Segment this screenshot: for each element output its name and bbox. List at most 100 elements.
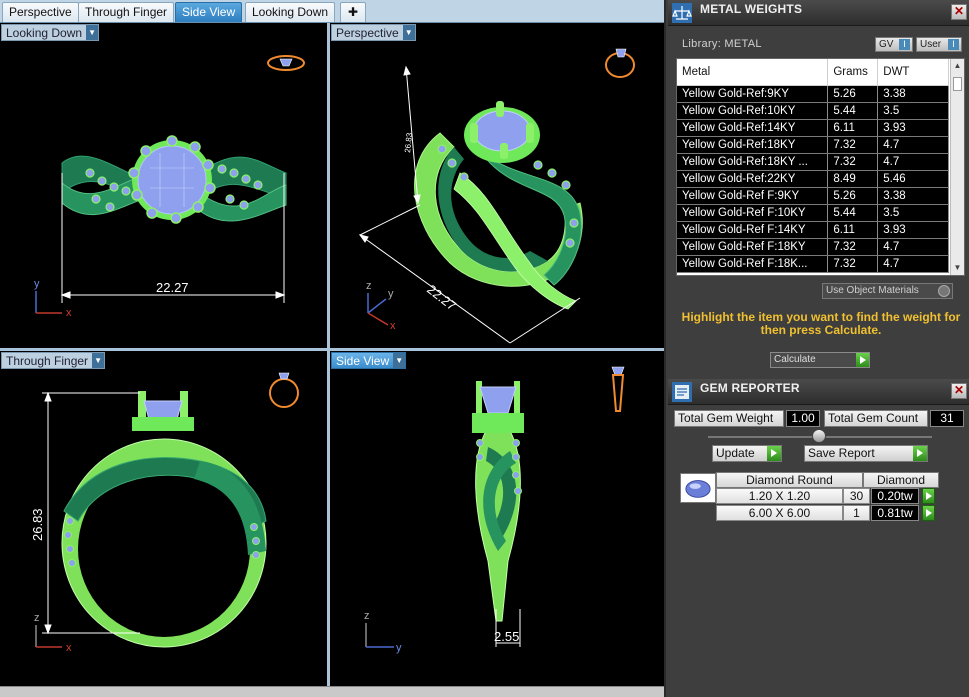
through-finger-render: 26.83 z x: [30, 372, 299, 654]
viewport-perspective[interactable]: 22.27 26.83 z y x Perspective ▼: [330, 23, 664, 348]
column-header-metal[interactable]: Metal: [677, 59, 829, 86]
column-header-grams[interactable]: Grams: [827, 59, 879, 86]
metal-weights-hint: Highlight the item you want to find the …: [681, 310, 961, 337]
play-icon: [913, 446, 927, 461]
thickness-dimension-value: 2.55: [494, 629, 519, 644]
side-view-render: 2.55 z y: [364, 366, 625, 654]
gem-report-icon: [672, 382, 692, 402]
gem-shape-header: Diamond Round: [716, 472, 863, 488]
gv-library-button[interactable]: GV I: [875, 37, 913, 52]
table-row[interactable]: Yellow Gold-Ref F:18K... 7.32 4.7: [677, 255, 949, 273]
orientation-ring-icon: [269, 372, 299, 408]
tab-looking-down[interactable]: Looking Down: [245, 2, 336, 22]
viewport-splitter-horizontal[interactable]: [0, 348, 664, 351]
table-scrollbar[interactable]: ▲ ▼: [950, 59, 964, 275]
update-button[interactable]: Update: [712, 445, 782, 462]
axis-triad: z y: [364, 610, 402, 654]
side-panel: METAL WEIGHTS ✕ Library: METAL GV I User I…: [664, 0, 969, 697]
column-header-dwt[interactable]: DWT: [877, 59, 949, 86]
table-row[interactable]: Yellow Gold-Ref:18KY 7.32 4.7: [677, 136, 949, 154]
scroll-up-icon[interactable]: ▲: [951, 60, 964, 72]
total-gem-count-value: 31: [930, 410, 964, 427]
gem-size-cell: 1.20 X 1.20: [716, 488, 843, 504]
table-row[interactable]: Yellow Gold-Ref F:14KY 6.11 3.93: [677, 221, 949, 239]
svg-text:y: y: [388, 288, 394, 300]
axis-triad: z y x: [366, 280, 396, 332]
scrollbar-thumb[interactable]: [953, 77, 962, 91]
library-label: Library: METAL: [682, 38, 762, 50]
svg-text:z: z: [34, 612, 40, 624]
viewport-side-view[interactable]: 2.55 z y Side View ▼: [330, 351, 664, 686]
gem-row-select-button[interactable]: [922, 505, 935, 521]
gem-count-cell: 1: [843, 505, 870, 521]
save-report-button[interactable]: Save Report: [804, 445, 928, 462]
viewport-label-looking-down[interactable]: Looking Down ▼: [1, 24, 100, 41]
perspective-dimension-height: 26.83: [403, 132, 414, 153]
svg-text:x: x: [66, 642, 72, 654]
perspective-render: 22.27 26.83 z y x: [358, 48, 635, 344]
table-row[interactable]: Yellow Gold-Ref F:18KY 7.32 4.7: [677, 238, 949, 256]
chevron-down-icon[interactable]: ▼: [402, 25, 415, 40]
width-dimension-value: 22.27: [156, 280, 189, 295]
chevron-down-icon[interactable]: ▼: [393, 353, 406, 368]
looking-down-render: 22.27 y x: [34, 55, 305, 319]
info-icon: I: [948, 39, 959, 50]
table-row[interactable]: Yellow Gold-Ref F:10KY 5.44 3.5: [677, 204, 949, 222]
user-library-button[interactable]: User I: [916, 37, 962, 52]
add-tab-button[interactable]: ✚: [340, 2, 366, 22]
table-row[interactable]: Yellow Gold-Ref:9KY 5.26 3.38: [677, 85, 949, 103]
scale-icon: [672, 3, 692, 23]
orientation-ring-icon: [267, 55, 305, 71]
tab-side-view[interactable]: Side View: [175, 2, 243, 22]
orientation-ring-icon: [611, 366, 625, 412]
metal-weights-table[interactable]: Metal Grams DWT Yellow Gold-Ref:9KY 5.26 3…: [676, 58, 965, 276]
total-gem-count-label: Total Gem Count: [824, 410, 928, 427]
calculate-button[interactable]: Calculate: [770, 352, 870, 368]
gem-weight-cell: 0.81tw: [871, 505, 919, 521]
gem-weight-cell: 0.20tw: [871, 488, 919, 504]
chevron-down-icon[interactable]: ▼: [92, 353, 105, 368]
close-icon[interactable]: ✕: [951, 4, 967, 20]
svg-text:y: y: [34, 278, 40, 290]
svg-text:x: x: [66, 307, 72, 319]
scroll-down-icon[interactable]: ▼: [951, 262, 964, 274]
viewport-label-through-finger[interactable]: Through Finger ▼: [1, 352, 106, 369]
viewport-looking-down[interactable]: 22.27 y x Looking Down ▼: [0, 23, 327, 348]
chevron-down-icon[interactable]: ▼: [86, 25, 99, 40]
tab-perspective[interactable]: Perspective: [2, 2, 79, 22]
ring-perspective-model: [414, 101, 583, 310]
orientation-ring-icon: [605, 48, 635, 78]
diamond-round-icon: [680, 473, 716, 503]
view-tab-strip: Perspective Through Finger Side View Loo…: [0, 0, 664, 23]
perspective-dimensions: [358, 65, 581, 344]
ring-front-model: [61, 391, 267, 648]
total-gem-weight-label: Total Gem Weight: [674, 410, 784, 427]
viewport-splitter-vertical[interactable]: [327, 23, 330, 697]
report-slider-knob[interactable]: [812, 429, 826, 443]
viewport-label-perspective[interactable]: Perspective ▼: [331, 24, 416, 41]
table-row[interactable]: Yellow Gold-Ref:10KY 5.44 3.5: [677, 102, 949, 120]
table-row[interactable]: Yellow Gold-Ref F:9KY 5.26 3.38: [677, 187, 949, 205]
close-icon[interactable]: ✕: [951, 383, 967, 399]
tab-through-finger[interactable]: Through Finger: [78, 2, 175, 22]
radio-icon: [938, 285, 950, 297]
viewport-through-finger[interactable]: 26.83 z x Through Finger ▼: [0, 351, 327, 686]
use-object-materials-toggle[interactable]: Use Object Materials: [822, 283, 953, 299]
viewport-label-side-view[interactable]: Side View ▼: [331, 352, 407, 369]
table-row[interactable]: Yellow Gold-Ref:14KY 6.11 3.93: [677, 119, 949, 137]
metal-weights-header: METAL WEIGHTS ✕: [668, 0, 969, 26]
height-dimension-value: 26.83: [30, 508, 45, 541]
ring-side-model: [472, 381, 524, 622]
table-row[interactable]: Yellow Gold-Ref:18KY ... 7.32 4.7: [677, 153, 949, 171]
gem-reporter-header: GEM REPORTER ✕: [668, 379, 969, 405]
svg-text:y: y: [396, 642, 402, 654]
gem-row-select-button[interactable]: [922, 488, 935, 504]
table-row[interactable]: Yellow Gold-Ref:22KY 8.49 5.46: [677, 170, 949, 188]
axis-triad: y x: [34, 278, 72, 319]
gem-material-header: Diamond: [863, 472, 939, 488]
ring-top-model: [61, 135, 287, 224]
svg-text:x: x: [390, 320, 396, 332]
svg-text:z: z: [364, 610, 370, 622]
gem-size-cell: 6.00 X 6.00: [716, 505, 843, 521]
gem-count-cell: 30: [843, 488, 870, 504]
